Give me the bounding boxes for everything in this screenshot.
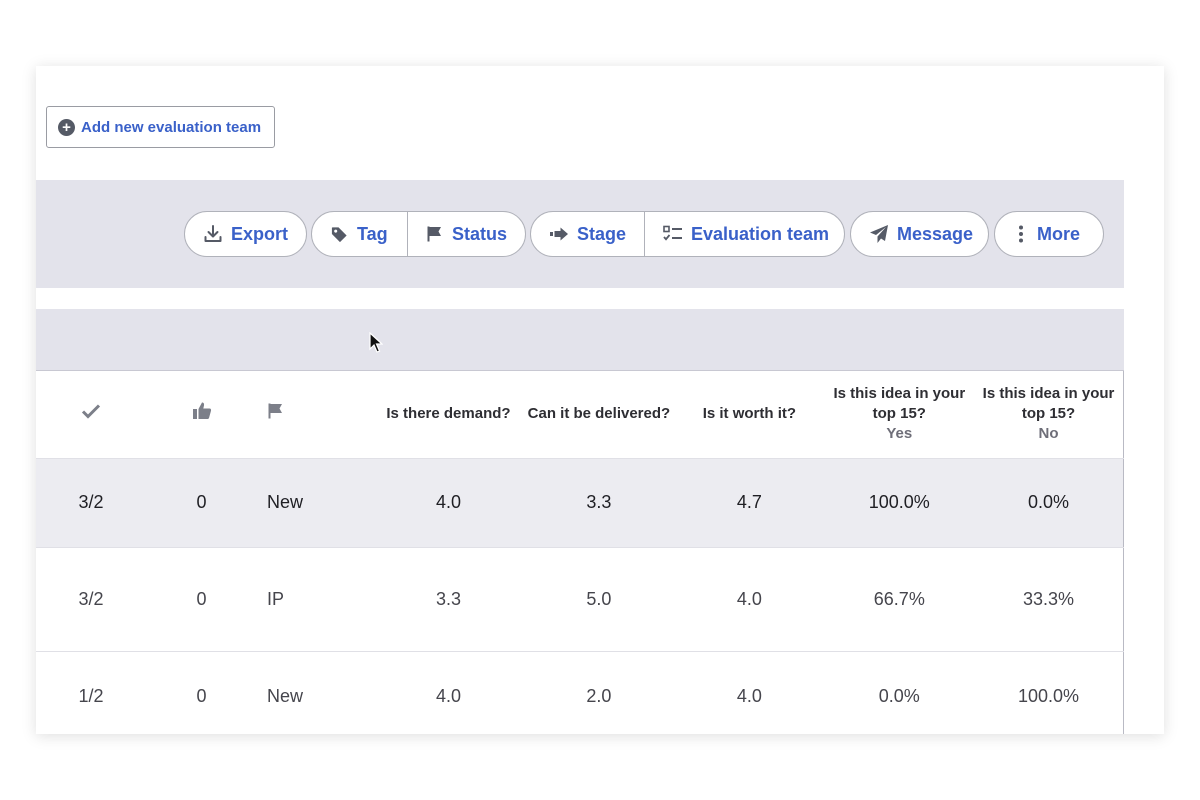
cell-top15-no: 100.0% bbox=[974, 651, 1124, 734]
evaluation-panel: + Add new evaluation team Export Tag Sta… bbox=[36, 66, 1164, 734]
cell-check: 3/2 bbox=[36, 547, 146, 652]
cell-delivered: 2.0 bbox=[523, 651, 675, 734]
evaluation-results-table: Is there demand? Can it be delivered? Is… bbox=[36, 371, 1124, 734]
download-icon bbox=[203, 224, 223, 244]
cell-likes: 0 bbox=[145, 651, 258, 734]
mouse-pointer-icon bbox=[369, 331, 384, 359]
column-header-top15-yes[interactable]: Is this idea in your top 15? Yes bbox=[824, 371, 975, 459]
thumbs-up-icon bbox=[192, 402, 212, 425]
tag-label: Tag bbox=[357, 223, 388, 244]
cell-top15-yes: 66.7% bbox=[824, 547, 975, 652]
table-row[interactable]: 3/2 0 IP 3.3 5.0 4.0 66.7% 33.3% bbox=[36, 547, 1124, 652]
export-pill: Export bbox=[184, 211, 307, 257]
flag-icon bbox=[426, 225, 444, 243]
plus-circle-icon: + bbox=[58, 118, 75, 136]
cell-check: 1/2 bbox=[36, 651, 146, 734]
cell-worth: 4.7 bbox=[674, 458, 825, 548]
tag-status-pill: Tag Status bbox=[311, 211, 526, 257]
column-header-top15-no[interactable]: Is this idea in your top 15? No bbox=[974, 371, 1124, 459]
more-vertical-icon bbox=[1013, 225, 1029, 243]
table-subheader bbox=[36, 309, 1124, 371]
message-label: Message bbox=[897, 223, 974, 244]
add-evaluation-team-label: Add new evaluation team bbox=[81, 118, 262, 136]
paper-plane-icon bbox=[869, 224, 889, 244]
bulk-action-toolbar: Export Tag Status Stage Evaluation team … bbox=[36, 180, 1124, 288]
checkmark-icon bbox=[81, 404, 101, 423]
column-header-demand[interactable]: Is there demand? bbox=[373, 371, 524, 459]
table-row[interactable]: 1/2 0 New 4.0 2.0 4.0 0.0% 100.0% bbox=[36, 651, 1124, 734]
tag-button[interactable]: Tag bbox=[312, 212, 407, 256]
tag-icon bbox=[330, 225, 349, 244]
table-row[interactable]: 3/2 0 New 4.0 3.3 4.7 100.0% 0.0% bbox=[36, 458, 1124, 548]
export-button[interactable]: Export bbox=[185, 212, 306, 256]
stage-label: Stage bbox=[577, 223, 627, 244]
cell-status: New bbox=[257, 651, 374, 734]
more-label: More bbox=[1037, 223, 1081, 244]
column-header-likes[interactable] bbox=[145, 371, 258, 459]
checklist-icon bbox=[663, 225, 683, 243]
cell-worth: 4.0 bbox=[674, 651, 825, 734]
cell-check: 3/2 bbox=[36, 458, 146, 548]
cell-likes: 0 bbox=[145, 458, 258, 548]
cell-delivered: 3.3 bbox=[523, 458, 675, 548]
add-evaluation-team-button[interactable]: + Add new evaluation team bbox=[46, 106, 275, 148]
stage-button[interactable]: Stage bbox=[531, 212, 644, 256]
column-header-status[interactable] bbox=[257, 371, 374, 459]
cell-status: New bbox=[257, 458, 374, 548]
column-header-check[interactable] bbox=[36, 371, 146, 459]
cell-top15-yes: 0.0% bbox=[824, 651, 975, 734]
more-button[interactable]: More bbox=[995, 212, 1098, 256]
column-header-delivered[interactable]: Can it be delivered? bbox=[523, 371, 675, 459]
cell-status: IP bbox=[257, 547, 374, 652]
arrow-right-icon bbox=[549, 226, 569, 242]
more-pill: More bbox=[994, 211, 1104, 257]
cell-worth: 4.0 bbox=[674, 547, 825, 652]
cell-likes: 0 bbox=[145, 547, 258, 652]
cell-demand: 3.3 bbox=[373, 547, 524, 652]
column-header-worth[interactable]: Is it worth it? bbox=[674, 371, 825, 459]
table-header-row: Is there demand? Can it be delivered? Is… bbox=[36, 371, 1124, 459]
cell-top15-no: 33.3% bbox=[974, 547, 1124, 652]
evaluation-team-label: Evaluation team bbox=[691, 223, 830, 244]
evaluation-team-button[interactable]: Evaluation team bbox=[644, 212, 844, 256]
export-label: Export bbox=[231, 223, 289, 244]
status-label: Status bbox=[451, 223, 507, 244]
cell-top15-no: 0.0% bbox=[974, 458, 1124, 548]
message-pill: Message bbox=[850, 211, 989, 257]
flag-icon bbox=[267, 403, 285, 424]
cell-delivered: 5.0 bbox=[523, 547, 675, 652]
cell-top15-yes: 100.0% bbox=[824, 458, 975, 548]
cell-demand: 4.0 bbox=[373, 458, 524, 548]
status-button[interactable]: Status bbox=[406, 212, 525, 256]
cell-demand: 4.0 bbox=[373, 651, 524, 734]
stage-team-pill: Stage Evaluation team bbox=[530, 211, 845, 257]
message-button[interactable]: Message bbox=[851, 212, 988, 256]
